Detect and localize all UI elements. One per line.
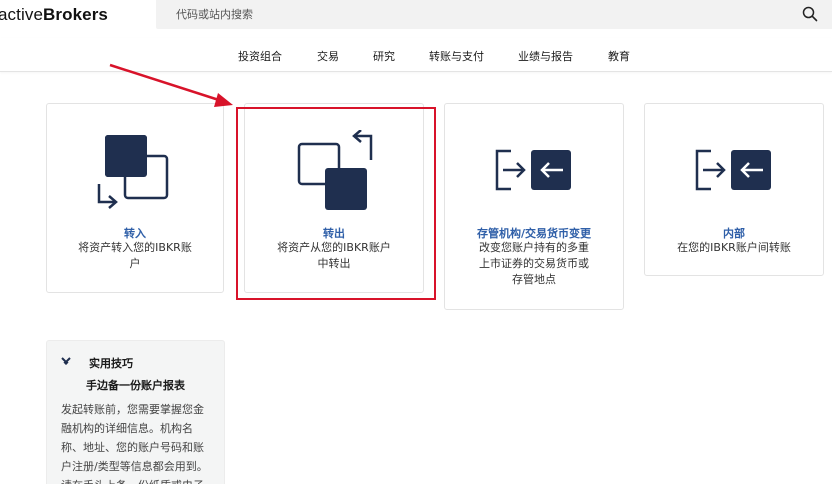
top-bar: activeBrokers bbox=[0, 0, 832, 30]
card-desc-line2: 上市证券的交易货币或 bbox=[479, 257, 589, 270]
card-transfer-in[interactable]: 转入 将资产转入您的IBKR账 户 bbox=[46, 103, 224, 293]
logo-text-bold: Brokers bbox=[43, 5, 108, 24]
nav-item-performance-reports[interactable]: 业绩与报告 bbox=[518, 48, 573, 64]
card-title[interactable]: 转入 bbox=[47, 225, 223, 241]
nav-item-transfer-pay[interactable]: 转账与支付 bbox=[429, 48, 484, 64]
swap-arrows-icon bbox=[495, 149, 571, 191]
card-transfer-out[interactable]: 转出 将资产从您的IBKR账户 中转出 bbox=[244, 103, 424, 293]
card-title[interactable]: 转出 bbox=[245, 225, 423, 241]
card-desc-line1: 将资产从您的IBKR账户 bbox=[277, 241, 391, 254]
card-desc-line3: 存管地点 bbox=[512, 273, 556, 286]
card-desc-line1: 在您的IBKR账户间转账 bbox=[677, 241, 791, 254]
search-bar bbox=[156, 0, 832, 29]
search-icon[interactable] bbox=[802, 6, 818, 22]
swap-arrows-icon bbox=[695, 149, 771, 191]
nav-item-portfolio[interactable]: 投资组合 bbox=[238, 48, 282, 64]
card-custodian-currency-change[interactable]: 存管机构/交易货币变更 改变您账户持有的多重 上市证券的交易货币或 存管地点 bbox=[444, 103, 624, 310]
tip-body: 发起转账前，您需要掌握您金融机构的详细信息。机构名称、地址、您的账户号码和账户注… bbox=[61, 403, 208, 484]
card-title[interactable]: 存管机构/交易货币变更 bbox=[445, 225, 623, 241]
search-input[interactable] bbox=[176, 5, 776, 23]
transfer-in-icon bbox=[97, 135, 169, 209]
logo-text-regular: active bbox=[0, 5, 44, 24]
chevron-down-icon[interactable] bbox=[61, 357, 71, 365]
card-desc-line1: 改变您账户持有的多重 bbox=[479, 241, 589, 254]
card-internal-transfer[interactable]: 内部 在您的IBKR账户间转账 bbox=[644, 103, 824, 276]
nav-item-research[interactable]: 研究 bbox=[373, 48, 395, 64]
nav-item-education[interactable]: 教育 bbox=[608, 48, 630, 64]
nav-item-trade[interactable]: 交易 bbox=[317, 48, 339, 64]
main-nav: 投资组合 交易 研究 转账与支付 业绩与报告 教育 bbox=[0, 38, 832, 72]
card-title[interactable]: 内部 bbox=[645, 225, 823, 241]
logo[interactable]: activeBrokers bbox=[0, 5, 108, 25]
tip-panel: 实用技巧 手边备一份账户报表 发起转账前，您需要掌握您金融机构的详细信息。机构名… bbox=[46, 340, 225, 484]
tip-title: 手边备一份账户报表 bbox=[86, 379, 185, 392]
card-desc-line1: 将资产转入您的IBKR账 bbox=[78, 241, 192, 254]
card-desc-line2: 户 bbox=[129, 257, 141, 270]
card-desc-line2: 中转出 bbox=[317, 257, 351, 270]
tip-label: 实用技巧 bbox=[89, 357, 133, 370]
transfer-out-icon bbox=[297, 130, 373, 210]
